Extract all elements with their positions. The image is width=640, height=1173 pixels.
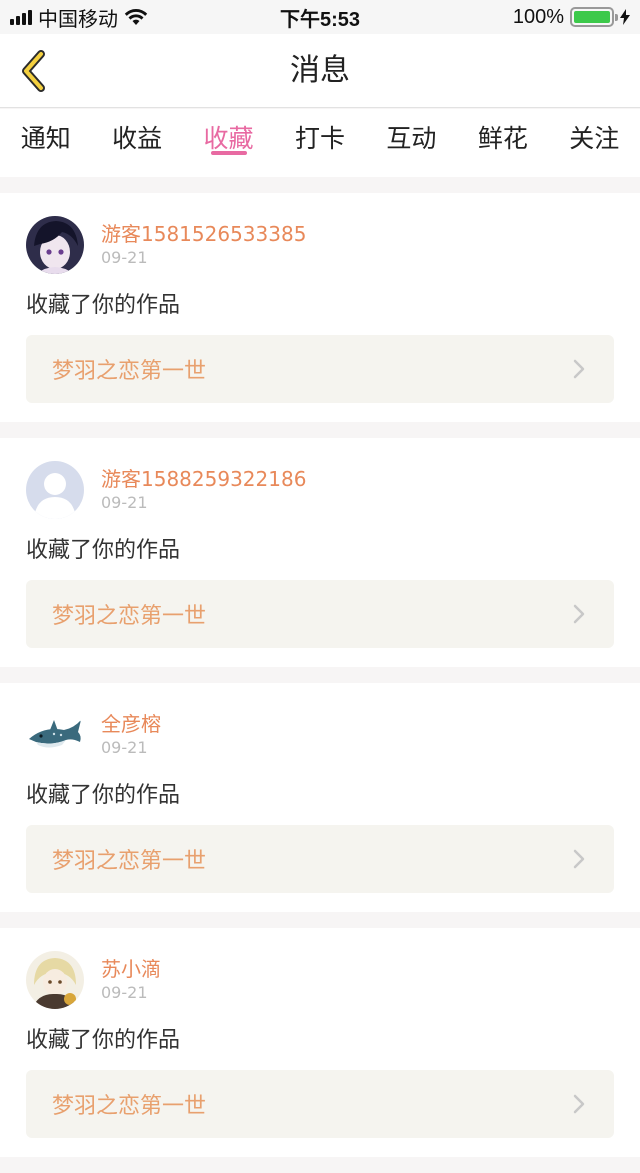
work-title: 梦羽之恋第一世 — [52, 359, 207, 384]
page-title: 消息 — [290, 53, 350, 88]
charging-icon — [620, 9, 630, 25]
tab-notifications[interactable]: 通知 — [0, 109, 91, 177]
avatar[interactable] — [26, 951, 84, 1009]
chevron-right-icon — [573, 359, 585, 379]
work-title: 梦羽之恋第一世 — [52, 1094, 207, 1119]
message-text: 收藏了你的作品 — [26, 783, 181, 808]
tab-favorites[interactable]: 收藏 — [183, 109, 274, 177]
message-text: 收藏了你的作品 — [26, 538, 181, 563]
tab-earnings[interactable]: 收益 — [91, 109, 182, 177]
message-card: 游客1588259322186 09-21 收藏了你的作品 梦羽之恋第一世 — [0, 438, 640, 667]
work-link[interactable]: 梦羽之恋第一世 — [26, 825, 614, 893]
tab-flowers[interactable]: 鲜花 — [457, 109, 548, 177]
nav-bar: 消息 — [0, 34, 640, 108]
chevron-right-icon — [573, 849, 585, 869]
chevron-right-icon — [573, 604, 585, 624]
tab-checkin[interactable]: 打卡 — [274, 109, 365, 177]
message-card: 游客1581526533385 09-21 收藏了你的作品 梦羽之恋第一世 — [0, 193, 640, 422]
message-card: 全彦榕 09-21 收藏了你的作品 梦羽之恋第一世 — [0, 683, 640, 912]
tab-follows[interactable]: 关注 — [549, 109, 640, 177]
chevron-right-icon — [573, 1094, 585, 1114]
avatar[interactable] — [26, 216, 84, 274]
tab-interactions[interactable]: 互动 — [366, 109, 457, 177]
work-link[interactable]: 梦羽之恋第一世 — [26, 580, 614, 648]
username[interactable]: 游客1588259322186 — [101, 466, 306, 492]
battery-percent: 100% — [512, 5, 564, 28]
wifi-icon — [124, 9, 148, 25]
work-title: 梦羽之恋第一世 — [52, 604, 207, 629]
back-button[interactable] — [14, 48, 54, 94]
status-bar: 中国移动 下午5:53 100% — [0, 0, 640, 34]
work-link[interactable]: 梦羽之恋第一世 — [26, 1070, 614, 1138]
work-link[interactable]: 梦羽之恋第一世 — [26, 335, 614, 403]
battery-icon — [570, 7, 618, 27]
message-card: 苏小滴 09-21 收藏了你的作品 梦羽之恋第一世 — [0, 928, 640, 1157]
work-title: 梦羽之恋第一世 — [52, 849, 207, 874]
message-date: 09-21 — [101, 738, 148, 757]
username[interactable]: 全彦榕 — [101, 711, 161, 737]
message-text: 收藏了你的作品 — [26, 293, 181, 318]
message-date: 09-21 — [101, 493, 148, 512]
username[interactable]: 苏小滴 — [101, 956, 161, 982]
message-date: 09-21 — [101, 983, 148, 1002]
signal-icon — [10, 9, 32, 25]
avatar[interactable] — [26, 706, 84, 764]
username[interactable]: 游客1581526533385 — [101, 221, 306, 247]
message-list: 游客1581526533385 09-21 收藏了你的作品 梦羽之恋第一世 游客… — [0, 193, 640, 1173]
carrier-label: 中国移动 — [38, 8, 118, 31]
back-chevron-icon — [22, 50, 45, 92]
message-date: 09-21 — [101, 248, 148, 267]
tab-bar: 通知 收益 收藏 打卡 互动 鲜花 关注 — [0, 109, 640, 177]
message-text: 收藏了你的作品 — [26, 1028, 181, 1053]
avatar[interactable] — [26, 461, 84, 519]
